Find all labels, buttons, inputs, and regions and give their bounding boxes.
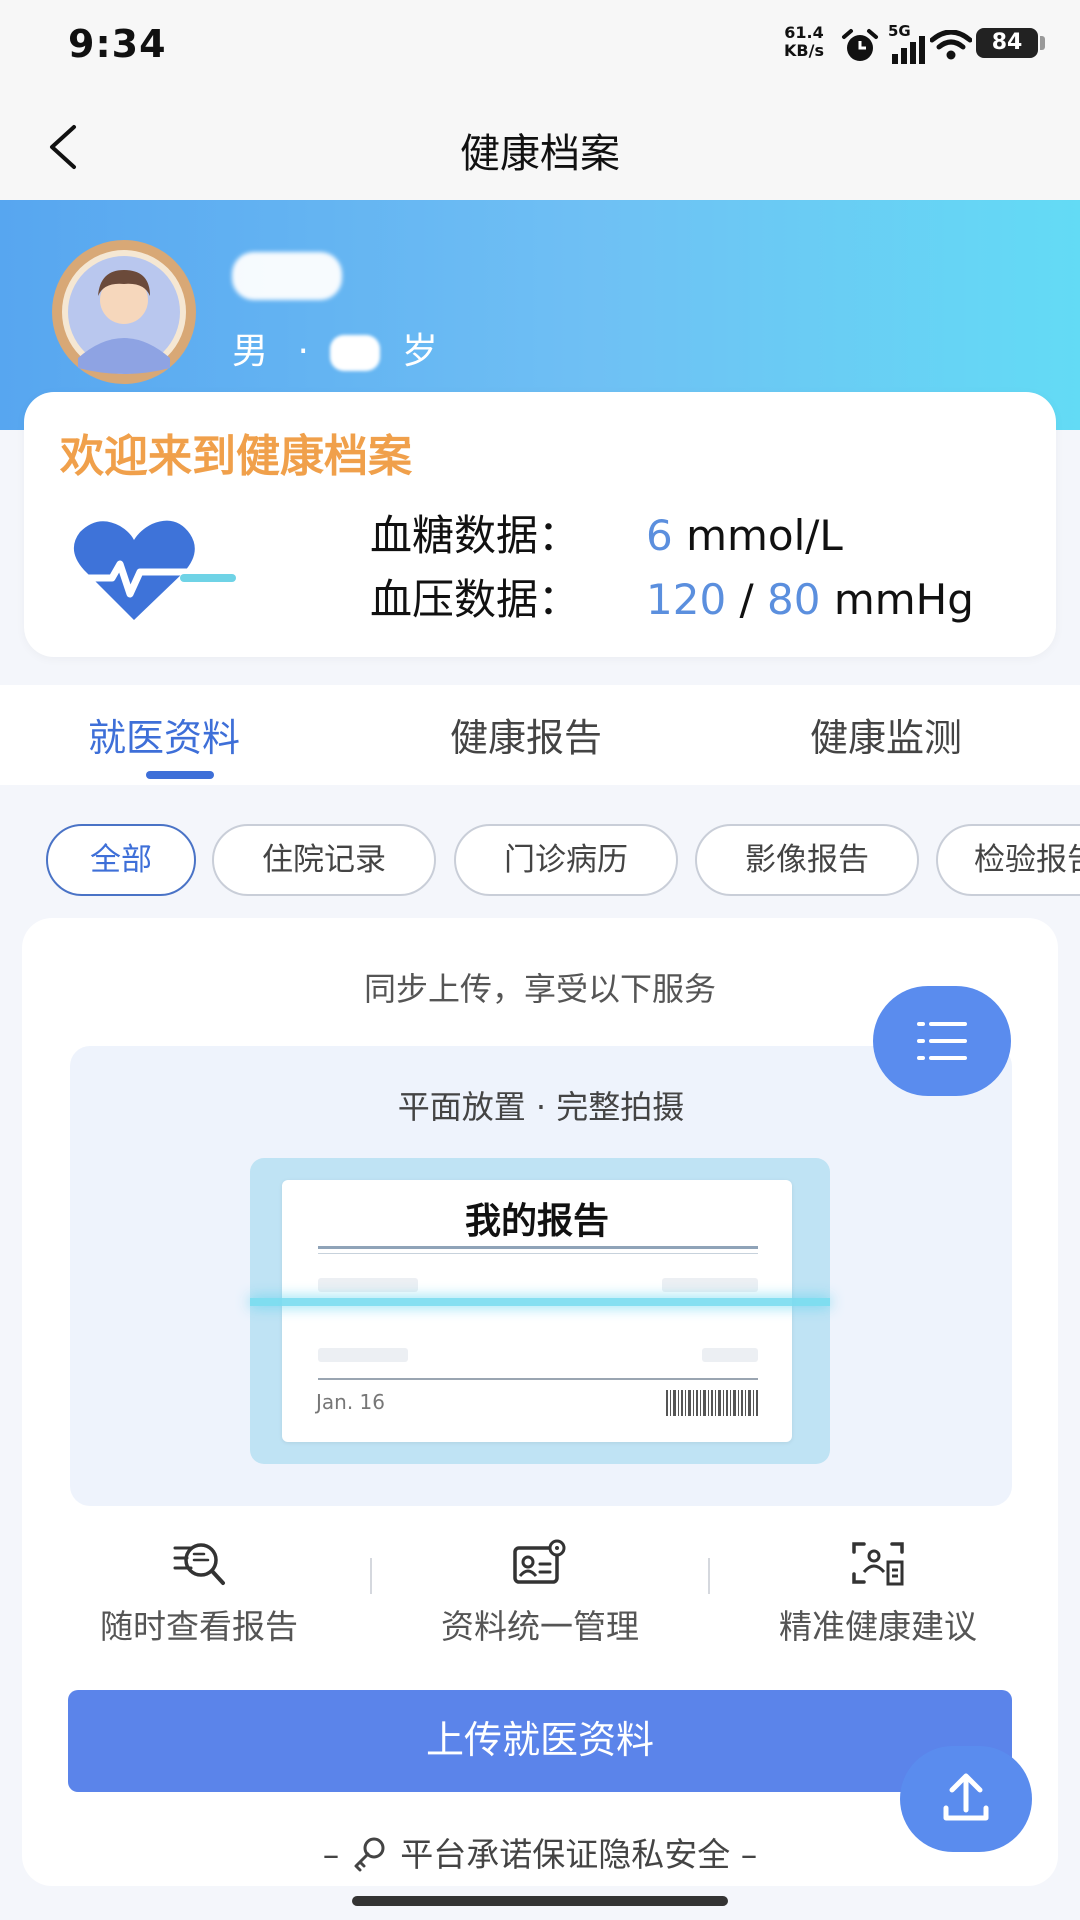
sample-report-frame: 我的报告 Jan. 16: [250, 1158, 830, 1464]
key-shield-icon: [354, 1837, 385, 1872]
bp-separator: /: [739, 575, 754, 624]
welcome-title: 欢迎来到健康档案: [60, 431, 412, 482]
tab-bar: 就医资料 健康报告 健康监测: [0, 685, 1080, 785]
bp-systolic: 120: [646, 575, 727, 624]
id-card-gear-icon: [513, 1539, 566, 1584]
sample-report-title: 我的报告: [464, 1201, 609, 1242]
glucose-label: 血糖数据：: [370, 511, 581, 560]
upload-records-button[interactable]: 上传就医资料: [68, 1690, 1012, 1792]
feature-divider: [370, 1558, 372, 1594]
feature-manage-records: 资料统一管理: [375, 1538, 705, 1648]
barcode-icon: [666, 1390, 758, 1416]
user-gender: 男: [232, 331, 269, 372]
meta-separator: ·: [297, 331, 309, 372]
heart-pulse-icon: [62, 520, 236, 620]
glucose-unit: mmol/L: [686, 511, 843, 560]
feature-health-advice: 精准健康建议: [713, 1538, 1043, 1648]
tab-health-reports[interactable]: 健康报告: [450, 707, 602, 762]
privacy-text: 平台承诺保证隐私安全: [400, 1835, 731, 1874]
user-age-redacted: [330, 335, 381, 371]
user-meta: 男 · 岁: [232, 322, 438, 374]
bp-label: 血压数据：: [370, 575, 581, 624]
vitals-block: 血糖数据： 6 mmol/L 血压数据： 120 / 80 mmHg: [370, 504, 974, 632]
scan-line: [250, 1298, 830, 1306]
photo-guide-panel: 平面放置 · 完整拍摄 我的报告 Jan. 16: [70, 1046, 1012, 1506]
report-line: [702, 1348, 758, 1362]
bp-diastolic: 80: [767, 575, 821, 624]
user-avatar-icon: [62, 250, 186, 374]
age-unit: 岁: [401, 331, 438, 372]
privacy-dash-left: –: [322, 1835, 350, 1874]
report-divider: [318, 1378, 758, 1380]
report-divider-thin: [318, 1253, 758, 1254]
chip-lab[interactable]: 检验报告: [936, 824, 1080, 896]
avatar[interactable]: [52, 240, 196, 384]
page-title: 健康档案: [460, 131, 620, 177]
report-line: [318, 1278, 418, 1292]
upload-icon: [943, 1773, 989, 1821]
user-name-redacted: [232, 252, 342, 300]
tab-medical-records[interactable]: 就医资料: [88, 707, 240, 762]
nav-bar: 健康档案: [0, 95, 1080, 200]
wifi-icon: [930, 30, 972, 60]
battery-level: 84: [976, 28, 1038, 58]
sample-report-date: Jan. 16: [316, 1390, 385, 1414]
battery-tip: [1040, 36, 1045, 50]
floating-upload-button[interactable]: [900, 1746, 1032, 1852]
alarm-icon: [842, 29, 878, 61]
chip-outpatient[interactable]: 门诊病历: [454, 824, 678, 896]
status-bar: 9:34 61.4 KB/s 5G 84: [0, 0, 1080, 95]
chip-imaging[interactable]: 影像报告: [695, 824, 919, 896]
tab-health-monitoring[interactable]: 健康监测: [810, 707, 962, 762]
filter-chips: 全部 住院记录 门诊病历 影像报告 检验报告: [0, 820, 1080, 900]
report-divider: [318, 1246, 758, 1249]
welcome-card: 欢迎来到健康档案 血糖数据： 6 mmol/L 血压数据： 120 / 80 mmH…: [24, 392, 1056, 657]
glucose-row: 血糖数据： 6 mmol/L: [370, 504, 974, 568]
chip-inpatient[interactable]: 住院记录: [212, 824, 436, 896]
status-icons: 61.4 KB/s 5G 84: [740, 22, 1080, 72]
privacy-dash-right: –: [740, 1835, 758, 1874]
scan-advice-icon: [852, 1542, 904, 1586]
bp-unit: mmHg: [833, 575, 974, 624]
net-speed: 61.4 KB/s: [784, 23, 824, 60]
report-line: [662, 1278, 758, 1292]
feature-label: 资料统一管理: [441, 1607, 639, 1646]
feature-label: 精准健康建议: [779, 1607, 977, 1646]
tab-active-indicator: [146, 771, 214, 779]
floating-list-button[interactable]: [873, 986, 1011, 1096]
list-icon: [917, 1022, 967, 1060]
photo-hint: 平面放置 · 完整拍摄: [397, 1088, 685, 1126]
report-line: [318, 1348, 408, 1362]
bp-row: 血压数据： 120 / 80 mmHg: [370, 568, 974, 632]
signal-icon: [892, 36, 925, 64]
glucose-value: 6: [646, 511, 673, 560]
status-time: 9:34: [68, 22, 167, 66]
home-indicator[interactable]: [352, 1896, 728, 1906]
feature-view-reports: 随时查看报告: [34, 1538, 364, 1648]
feature-list: 随时查看报告 资料统一管理 精准健康建议: [22, 1538, 1058, 1658]
sample-report: 我的报告 Jan. 16: [282, 1180, 792, 1442]
feature-divider: [708, 1558, 710, 1594]
feature-label: 随时查看报告: [100, 1607, 298, 1646]
chip-all[interactable]: 全部: [46, 824, 196, 896]
search-report-icon: [173, 1543, 225, 1585]
